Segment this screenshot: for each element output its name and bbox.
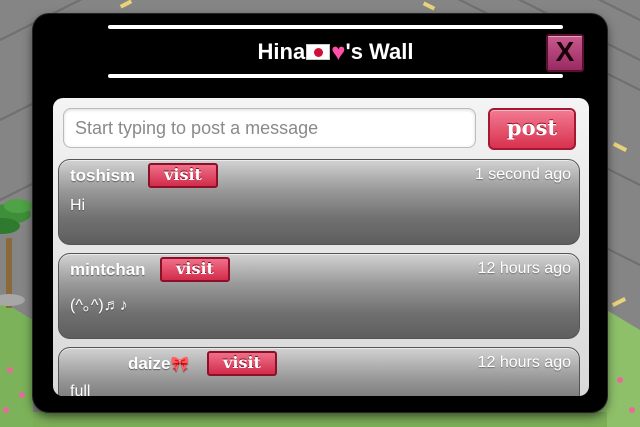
visit-button[interactable]: visit xyxy=(148,163,218,188)
post-button[interactable]: post xyxy=(488,108,576,150)
close-button[interactable]: X xyxy=(546,34,584,72)
wall-message: toshism visit 1 second ago Hi xyxy=(58,159,580,245)
message-text: (^｡^)♬♪ xyxy=(70,297,128,314)
message-username-text: daize xyxy=(128,354,171,373)
message-username[interactable]: daize🎀 xyxy=(128,354,189,374)
ribbon-bow-icon: 🎀 xyxy=(170,356,190,373)
message-timestamp: 12 hours ago xyxy=(477,354,571,371)
wall-message: mintchan visit 12 hours ago (^｡^)♬♪ xyxy=(58,253,580,339)
wall-title-suffix: 's Wall xyxy=(345,39,414,64)
pink-heart-icon: ♥ xyxy=(331,39,346,66)
wall-dialog: Hina ♥'s Wall X post toshism visit 1 seco… xyxy=(33,14,607,412)
message-text: Hi xyxy=(70,197,86,214)
message-username[interactable]: mintchan xyxy=(70,260,146,280)
visit-button[interactable]: visit xyxy=(160,257,230,282)
message-username[interactable]: toshism xyxy=(70,166,135,186)
wall-content-panel: post toshism visit 1 second ago Hi mintc… xyxy=(53,98,589,396)
message-text: full xyxy=(70,383,91,396)
post-message-input[interactable] xyxy=(63,108,476,148)
message-timestamp: 12 hours ago xyxy=(477,260,571,277)
wall-title: Hina ♥'s Wall xyxy=(108,38,563,66)
japan-flag-icon xyxy=(306,44,331,60)
message-timestamp: 1 second ago xyxy=(474,166,571,183)
close-icon: X xyxy=(555,36,575,67)
wall-message: daize🎀 visit 12 hours ago full xyxy=(58,347,580,396)
visit-button[interactable]: visit xyxy=(207,351,277,376)
title-divider-top xyxy=(108,25,563,29)
wall-owner-name: Hina xyxy=(257,39,306,64)
title-divider-bottom xyxy=(108,74,563,78)
